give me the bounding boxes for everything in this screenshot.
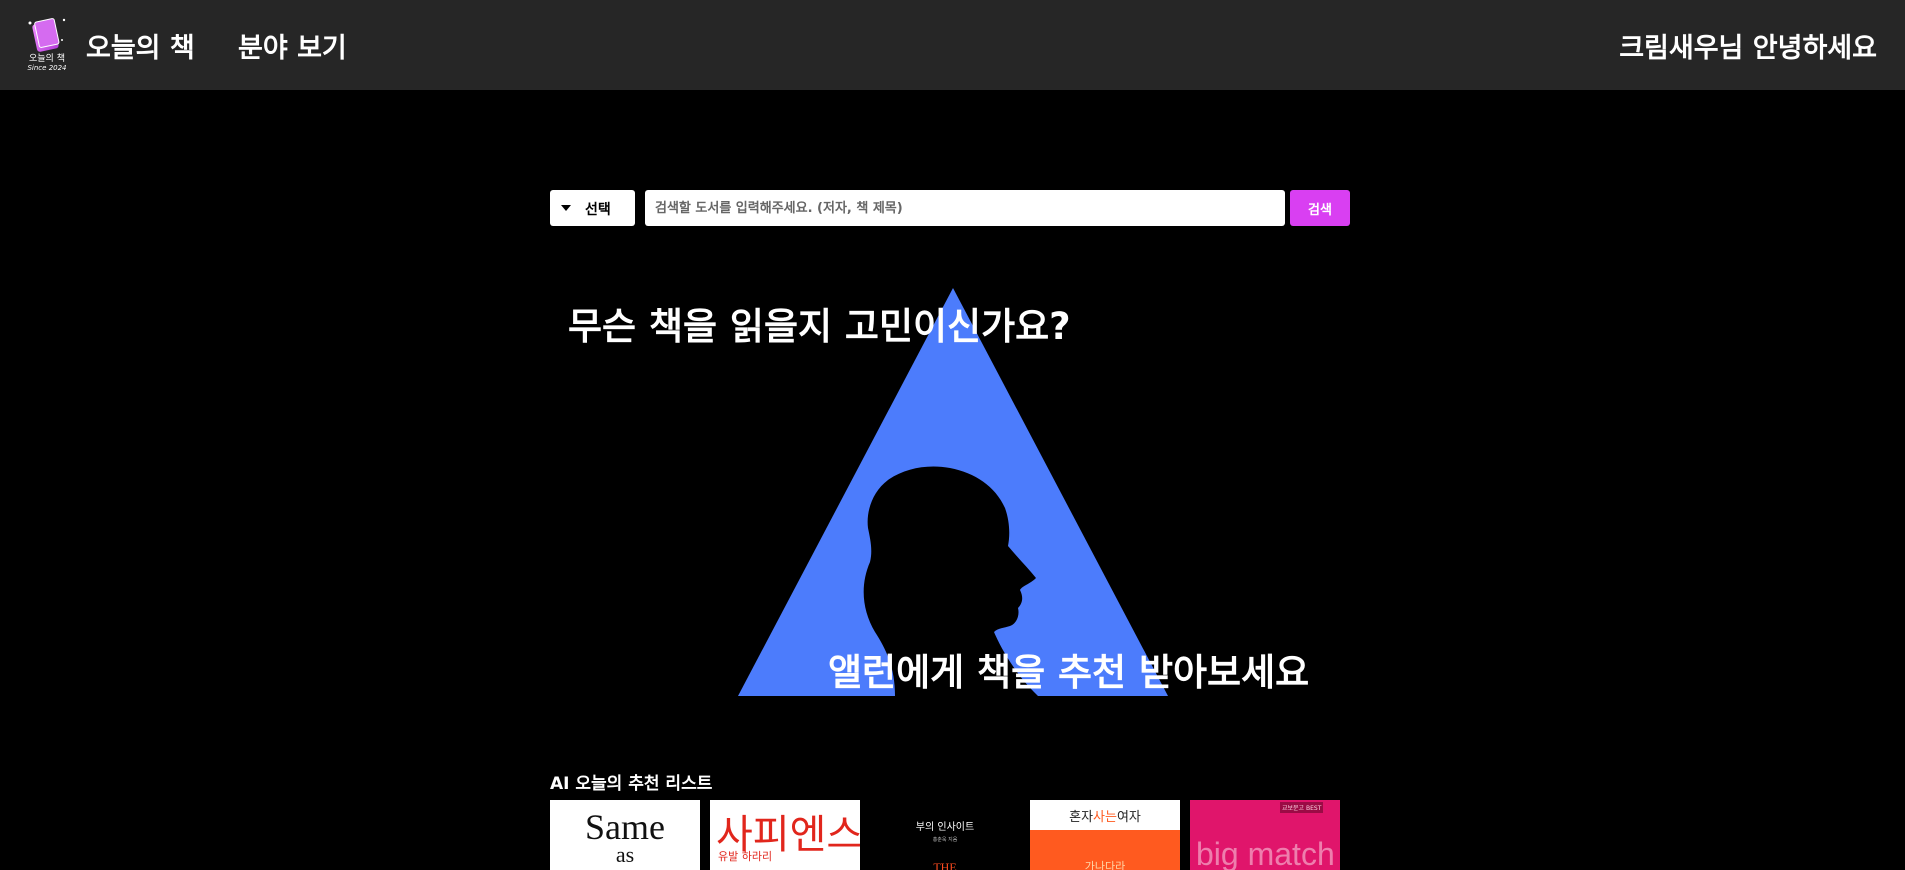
book-cover-author: 유발 하라리 bbox=[718, 850, 773, 863]
select-label: 선택 bbox=[585, 202, 611, 218]
book-cover-author: 홍춘욱 지음 bbox=[932, 837, 958, 843]
book-cover-text: THE bbox=[933, 860, 957, 870]
title-part: 여자 bbox=[1116, 810, 1141, 825]
search-bar: 선택 검색 bbox=[550, 190, 1350, 226]
search-type-select[interactable]: 선택 bbox=[550, 190, 635, 226]
book-cover-badge: 교보문고 BEST bbox=[1280, 802, 1324, 813]
title-part: 혼자 bbox=[1069, 810, 1094, 825]
book-cover-title: as bbox=[615, 842, 635, 867]
book-card[interactable]: 사피엔스 유발 하라리 bbox=[710, 800, 860, 870]
app-logo[interactable]: 오늘의 책 Since 2024 bbox=[24, 14, 70, 76]
book-card[interactable]: 혼자사는여자 가나다라 bbox=[1030, 800, 1180, 870]
search-input[interactable] bbox=[645, 190, 1285, 226]
search-button[interactable]: 검색 bbox=[1290, 190, 1350, 226]
logo-since-text: Since 2024 bbox=[27, 64, 67, 72]
title-accent: 사는 bbox=[1093, 810, 1117, 825]
caret-down-icon bbox=[561, 205, 571, 211]
book-logo-icon bbox=[28, 18, 66, 52]
category-nav-link[interactable]: 분야 보기 bbox=[238, 26, 347, 65]
user-greeting[interactable]: 크림새우님 안녕하세요 bbox=[1619, 26, 1877, 65]
book-cover-title: big match bbox=[1196, 836, 1335, 870]
book-cover-title: 부의 인사이트 bbox=[915, 822, 975, 833]
hero-subtitle: 앨런에게 책을 추천 받아보세요 bbox=[828, 651, 1310, 694]
hero-title: 무슨 책을 읽을지 고민이신가요? bbox=[568, 305, 1071, 348]
brand-link[interactable]: 오늘의 책 bbox=[86, 26, 195, 65]
book-card[interactable]: Same as bbox=[550, 800, 700, 870]
book-cover-title: 혼자사는여자 bbox=[1030, 806, 1180, 825]
book-card[interactable]: 부의 인사이트 홍춘욱 지음 THE bbox=[870, 800, 1020, 870]
top-navbar: 오늘의 책 Since 2024 오늘의 책 분야 보기 크림새우님 안녕하세요 bbox=[0, 0, 1905, 90]
book-card[interactable]: 교보문고 BEST big match bbox=[1190, 800, 1340, 870]
logo-text: 오늘의 책 bbox=[29, 54, 65, 64]
recommendation-section-title: AI 오늘의 추천 리스트 bbox=[550, 774, 713, 794]
hero-banner[interactable]: 무슨 책을 읽을지 고민이신가요? 앨런에게 책을 추천 받아보세요 bbox=[550, 280, 1350, 710]
book-cover-text: 가나다라 bbox=[1084, 860, 1126, 870]
recommendation-book-list: Same as 사피엔스 유발 하라리 부의 인사이트 홍춘욱 지음 THE 혼… bbox=[550, 800, 1350, 870]
